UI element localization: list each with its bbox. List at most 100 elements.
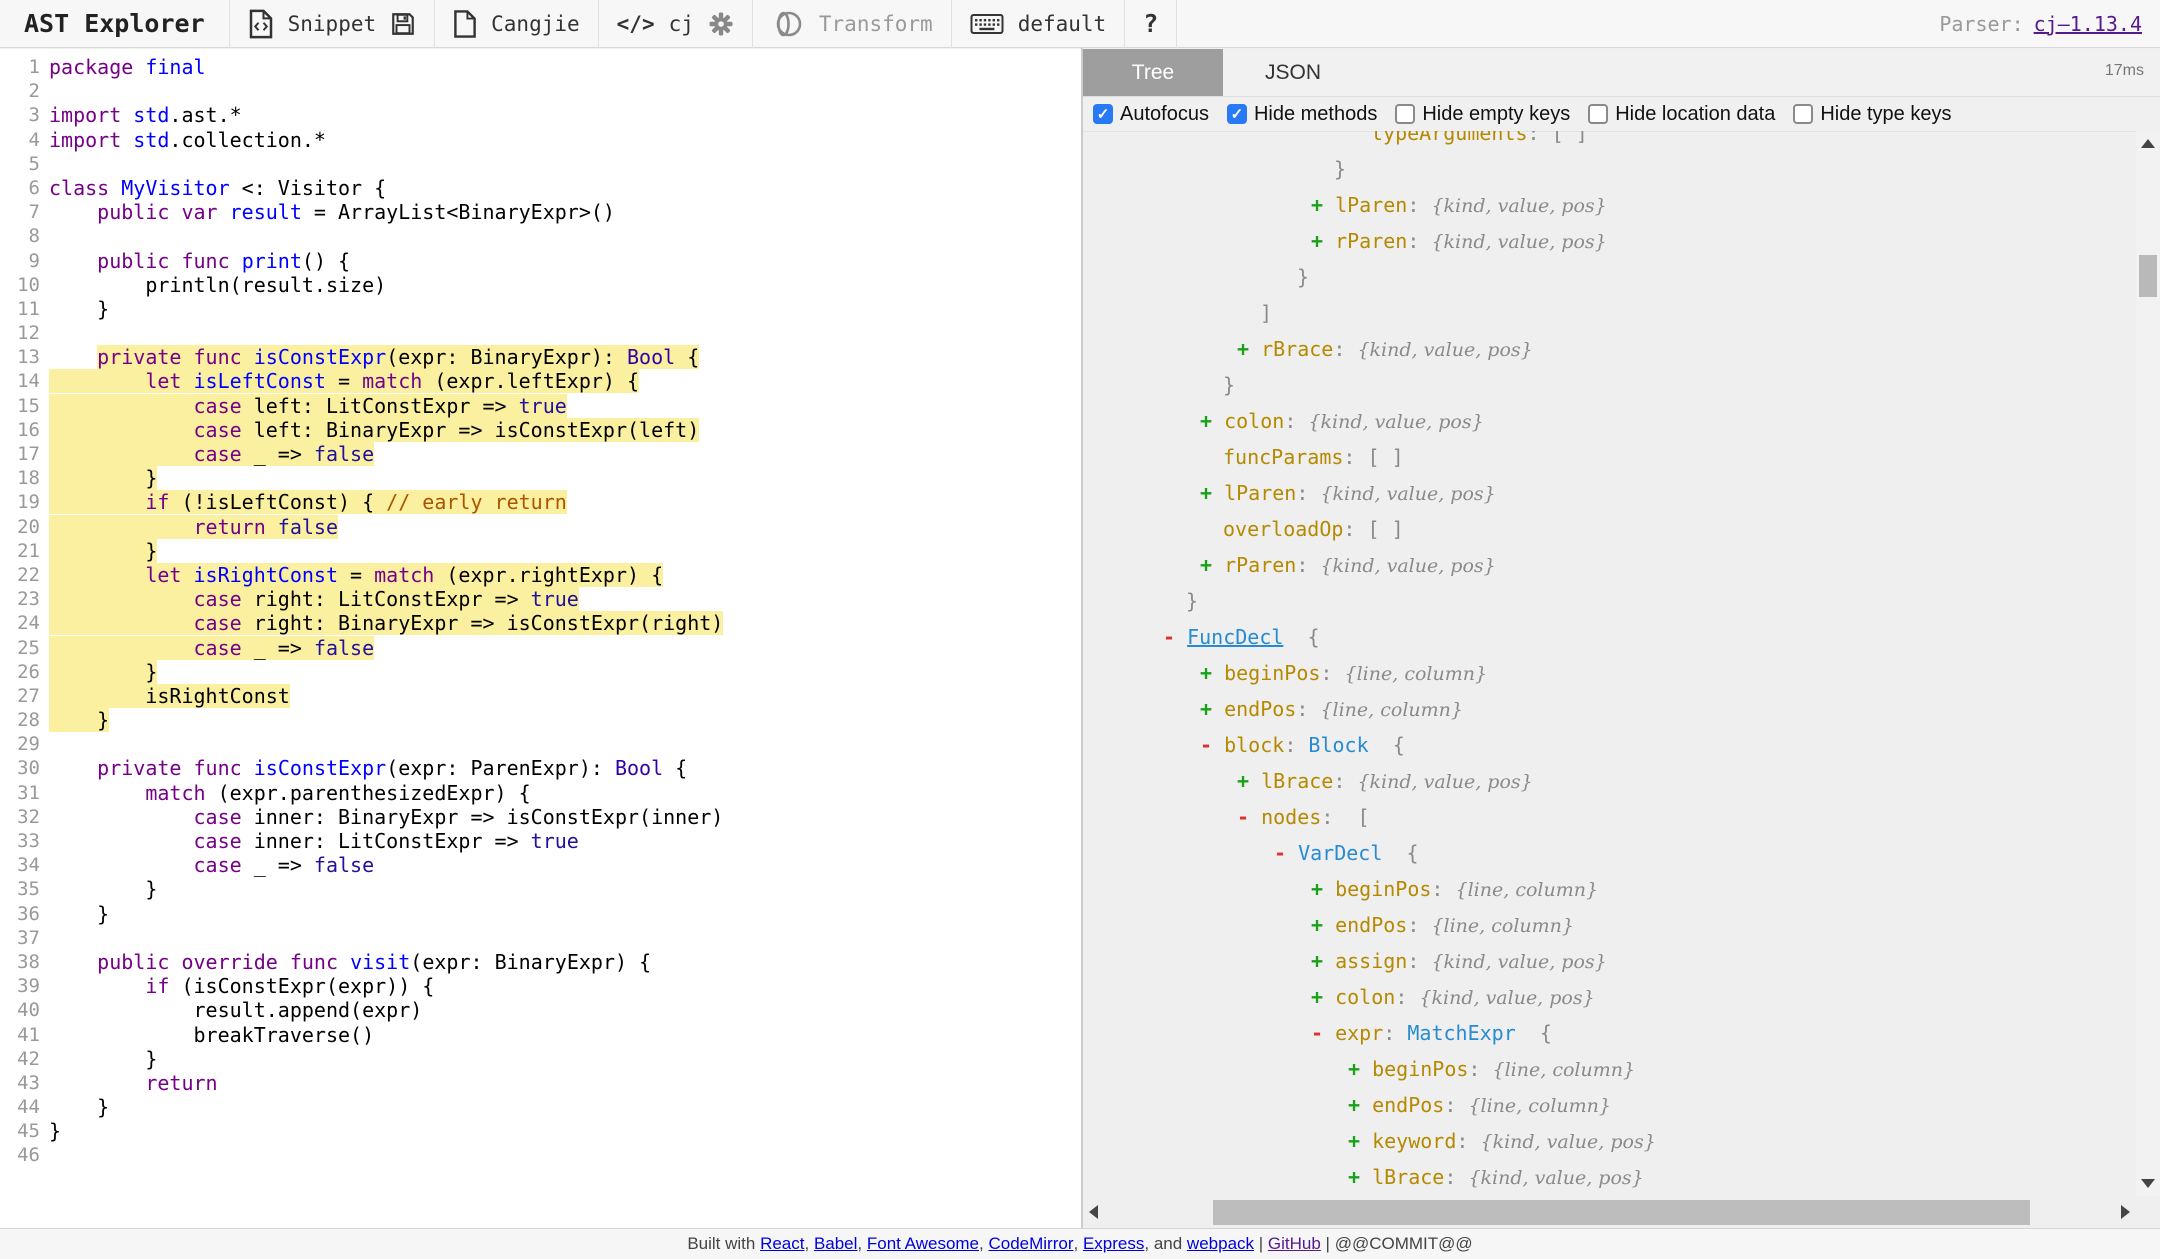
line-number: 26 <box>0 660 49 684</box>
code-line: 10 println(result.size) <box>0 273 1081 297</box>
expand-icon[interactable]: + <box>1348 1129 1360 1153</box>
tree-node-MatchExpr[interactable]: - expr: MatchExpr { <box>1083 1015 2136 1051</box>
expand-icon[interactable]: + <box>1311 913 1323 937</box>
tree-node-Block[interactable]: - block: Block { <box>1083 727 2136 763</box>
footer-link-github[interactable]: GitHub <box>1268 1234 1321 1254</box>
expand-icon[interactable]: + <box>1200 409 1212 433</box>
tree-prop-endPos[interactable]: + endPos: {line, column} <box>1083 907 2136 943</box>
tree-prop-beginPos[interactable]: + beginPos: {line, column} <box>1083 871 2136 907</box>
line-number: 22 <box>0 563 49 587</box>
vertical-scrollbar[interactable] <box>2136 131 2160 1196</box>
parser-short-button[interactable]: cj <box>669 12 694 36</box>
expand-icon[interactable]: + <box>1237 337 1249 361</box>
node-type[interactable]: Block <box>1308 733 1368 757</box>
expand-icon[interactable]: + <box>1200 553 1212 577</box>
language-button[interactable]: Cangjie <box>491 12 580 36</box>
keyboard-icon[interactable] <box>970 11 1004 37</box>
code-line: 8 <box>0 224 1081 248</box>
expand-icon[interactable]: + <box>1311 949 1323 973</box>
expand-icon[interactable]: + <box>1200 481 1212 505</box>
scroll-right-icon[interactable] <box>2121 1205 2130 1219</box>
tree-prop-rBrace[interactable]: + rBrace: {kind, value, pos} <box>1083 331 2136 367</box>
code-line-text: } <box>49 1047 157 1071</box>
tree-prop-lParen[interactable]: + lParen: {kind, value, pos} <box>1083 475 2136 511</box>
property-name: endPos <box>1335 913 1407 937</box>
vertical-scrollbar-thumb[interactable] <box>2139 255 2157 297</box>
option-autofocus[interactable]: Autofocus <box>1093 103 1209 126</box>
file-icon[interactable] <box>453 9 477 39</box>
option-hide-location-data[interactable]: Hide location data <box>1588 103 1775 126</box>
save-icon[interactable] <box>390 11 416 37</box>
expand-icon[interactable]: + <box>1348 1093 1360 1117</box>
checkbox-unchecked-icon[interactable] <box>1395 104 1415 124</box>
checkbox-checked-icon[interactable] <box>1227 104 1247 124</box>
collapse-icon[interactable]: - <box>1274 841 1286 865</box>
code-editor[interactable]: 1package final23import std.ast.*4import … <box>0 49 1081 1228</box>
expand-icon[interactable]: + <box>1311 877 1323 901</box>
option-hide-type-keys[interactable]: Hide type keys <box>1793 103 1951 126</box>
horizontal-scrollbar-thumb[interactable] <box>1213 1200 2030 1225</box>
tree-prop-assign[interactable]: + assign: {kind, value, pos} <box>1083 943 2136 979</box>
option-hide-empty-keys[interactable]: Hide empty keys <box>1395 103 1570 126</box>
node-type[interactable]: FuncDecl <box>1187 625 1283 649</box>
tree-prop-rParen[interactable]: + rParen: {kind, value, pos} <box>1083 223 2136 259</box>
collapsed-keys-preview: {kind, value, pos} <box>1419 987 1594 1009</box>
tree-prop-nodes[interactable]: - nodes: [ <box>1083 799 2136 835</box>
snippet-file-code-icon[interactable] <box>248 9 274 39</box>
gear-icon[interactable] <box>708 11 734 37</box>
tree-prop-keyword[interactable]: + keyword: {kind, value, pos} <box>1083 1123 2136 1159</box>
collapse-icon[interactable]: - <box>1311 1021 1323 1045</box>
node-type[interactable]: MatchExpr <box>1407 1021 1515 1045</box>
footer-link-express[interactable]: Express <box>1083 1234 1144 1254</box>
tree-prop-lBrace[interactable]: + lBrace: {kind, value, pos} <box>1083 1159 2136 1195</box>
collapse-icon[interactable]: - <box>1237 805 1249 829</box>
expand-icon[interactable]: + <box>1200 661 1212 685</box>
snippet-button[interactable]: Snippet <box>288 12 377 36</box>
checkbox-unchecked-icon[interactable] <box>1793 104 1813 124</box>
checkbox-checked-icon[interactable] <box>1093 104 1113 124</box>
expand-icon[interactable]: + <box>1311 985 1323 1009</box>
tree-prop-colon[interactable]: + colon: {kind, value, pos} <box>1083 979 2136 1015</box>
option-hide-methods[interactable]: Hide methods <box>1227 103 1377 126</box>
keymap-button[interactable]: default <box>1018 12 1107 36</box>
expand-icon[interactable]: + <box>1311 229 1323 253</box>
tree-node-FuncDecl[interactable]: - FuncDecl { <box>1083 619 2136 655</box>
collapse-icon[interactable]: - <box>1163 625 1175 649</box>
horizontal-scrollbar[interactable] <box>1083 1196 2136 1228</box>
tree-prop-rParen[interactable]: + rParen: {kind, value, pos} <box>1083 547 2136 583</box>
scroll-left-icon[interactable] <box>1089 1205 1098 1219</box>
tree-prop-colon[interactable]: + colon: {kind, value, pos} <box>1083 403 2136 439</box>
footer-link-codemirror[interactable]: CodeMirror <box>988 1234 1073 1254</box>
node-type[interactable]: VarDecl <box>1298 841 1382 865</box>
footer-link-react[interactable]: React <box>760 1234 804 1254</box>
footer-link-webpack[interactable]: webpack <box>1187 1234 1254 1254</box>
expand-icon[interactable]: + <box>1311 193 1323 217</box>
tree-prop-lParen[interactable]: + lParen: {kind, value, pos} <box>1083 187 2136 223</box>
expand-icon[interactable]: + <box>1237 769 1249 793</box>
tree-prop-beginPos[interactable]: + beginPos: {line, column} <box>1083 1051 2136 1087</box>
tab-tree[interactable]: Tree <box>1083 49 1223 96</box>
scroll-up-icon[interactable] <box>2141 139 2155 148</box>
expand-icon[interactable]: + <box>1200 697 1212 721</box>
line-number: 36 <box>0 902 49 926</box>
expand-icon[interactable]: + <box>1348 1057 1360 1081</box>
code-line-text: case right: BinaryExpr => isConstExpr(ri… <box>49 611 723 635</box>
collapse-icon[interactable]: - <box>1200 733 1212 757</box>
ast-tree-lines: typeArguments: [ ]}+ lParen: {kind, valu… <box>1083 131 2136 1195</box>
tree-prop-endPos[interactable]: + endPos: {line, column} <box>1083 691 2136 727</box>
tab-json[interactable]: JSON <box>1223 49 1363 96</box>
line-number: 44 <box>0 1095 49 1119</box>
help-button[interactable]: ? <box>1125 0 1176 47</box>
parser-version-link[interactable]: cj–1.13.4 <box>2034 12 2142 36</box>
transform-toggle-icon[interactable] <box>771 10 805 38</box>
expand-icon[interactable]: + <box>1348 1165 1360 1189</box>
tree-node-VarDecl[interactable]: - VarDecl { <box>1083 835 2136 871</box>
transform-button[interactable]: Transform <box>819 12 933 36</box>
tree-prop-beginPos[interactable]: + beginPos: {line, column} <box>1083 655 2136 691</box>
tree-prop-lBrace[interactable]: + lBrace: {kind, value, pos} <box>1083 763 2136 799</box>
footer-link-font-awesome[interactable]: Font Awesome <box>867 1234 979 1254</box>
tree-prop-endPos[interactable]: + endPos: {line, column} <box>1083 1087 2136 1123</box>
scroll-down-icon[interactable] <box>2141 1179 2155 1188</box>
footer-link-babel[interactable]: Babel <box>814 1234 857 1254</box>
checkbox-unchecked-icon[interactable] <box>1588 104 1608 124</box>
